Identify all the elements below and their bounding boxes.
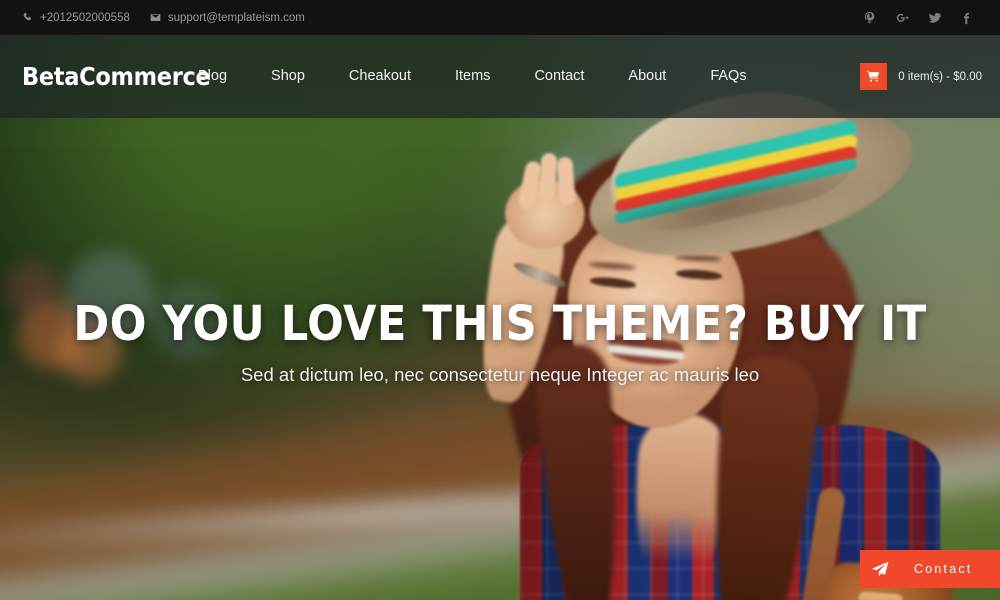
hero-heading: DO YOU LOVE THIS THEME? BUY IT [73,296,927,352]
contact-tab-label: Contact [914,562,973,576]
main-navigation: Blog Shop Cheakout Items Contact About F… [176,35,769,118]
vine-icon[interactable] [856,0,886,35]
top-bar: +2012502000558 support@templateism.com [0,0,1000,35]
shopping-cart-icon [860,63,888,90]
hero-text-block: DO YOU LOVE THIS THEME? BUY IT Sed at di… [0,296,1000,386]
nav-item-blog[interactable]: Blog [176,35,249,118]
top-bar-contact-info: +2012502000558 support@templateism.com [0,12,305,24]
twitter-icon[interactable] [920,0,950,35]
social-links [856,0,1000,35]
site-header: BetaCommerce Blog Shop Cheakout Items Co… [0,35,1000,118]
cart-button[interactable]: 0 item(s) - $0.00 [860,63,982,90]
phone-number: +2012502000558 [40,11,130,24]
phone-icon [22,12,33,23]
facebook-icon[interactable] [952,0,982,35]
nav-item-items[interactable]: Items [433,35,512,118]
nav-item-faqs[interactable]: FAQs [688,35,768,118]
email-info[interactable]: support@templateism.com [150,12,305,24]
paper-plane-icon [860,561,900,578]
nav-item-shop[interactable]: Shop [249,35,327,118]
phone-info[interactable]: +2012502000558 [22,12,130,24]
model-finger [556,156,576,206]
envelope-icon [150,12,161,23]
nav-item-contact[interactable]: Contact [512,35,606,118]
contact-tab-button[interactable]: Contact [860,550,1000,588]
hero-subheading: Sed at dictum leo, nec consectetur neque… [240,363,760,385]
model-finger [538,152,558,202]
nav-item-about[interactable]: About [606,35,688,118]
google-plus-icon[interactable] [888,0,918,35]
site-logo[interactable]: BetaCommerce [0,62,211,91]
cart-summary-text: 0 item(s) - $0.00 [898,70,982,83]
email-address: support@templateism.com [167,11,305,24]
nav-item-cheakout[interactable]: Cheakout [327,35,433,118]
